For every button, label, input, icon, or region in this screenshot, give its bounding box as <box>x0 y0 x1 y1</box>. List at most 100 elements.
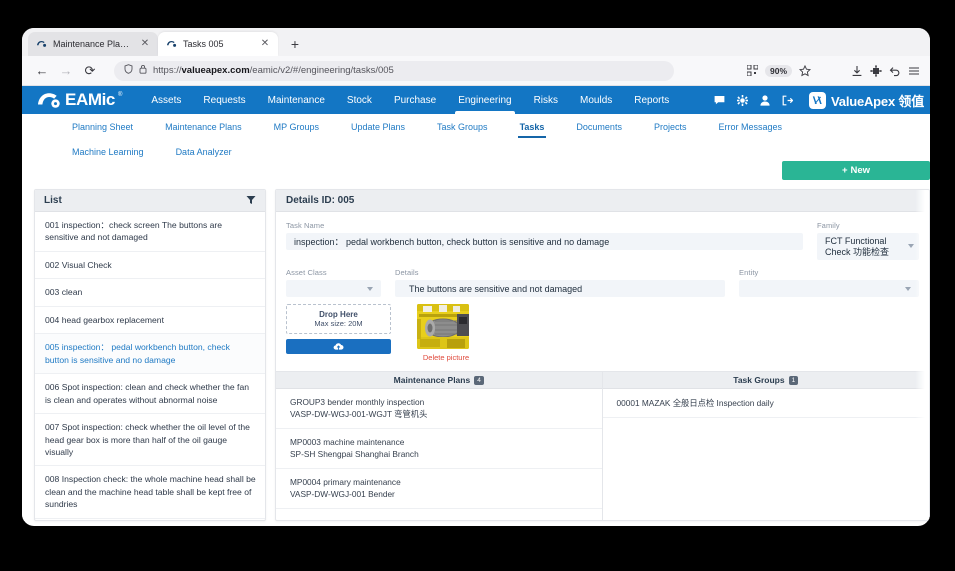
maintenance-plans-count: 4 <box>474 375 484 385</box>
sub-navigation-row-1: Planning Sheet Maintenance Plans MP Grou… <box>22 114 930 140</box>
row-line-1: MP0003 machine maintenance <box>290 436 405 447</box>
subnav-task-groups[interactable]: Task Groups <box>421 114 504 140</box>
browser-tab-2-close-icon[interactable]: ✕ <box>259 38 271 50</box>
list-item[interactable]: 009 Spot inspection: check the slide rai… <box>35 519 265 520</box>
list-item[interactable]: 004 head gearbox replacement <box>35 307 265 335</box>
task-groups-title: Task Groups <box>733 375 785 385</box>
nav-stock[interactable]: Stock <box>336 86 383 114</box>
task-name-input[interactable]: inspection： pedal workbench button, chec… <box>286 233 803 250</box>
nav-engineering[interactable]: Engineering <box>447 86 522 114</box>
nav-assets[interactable]: Assets <box>140 86 192 114</box>
list-item-selected[interactable]: 005 inspection： pedal workbench button, … <box>35 334 265 375</box>
subnav-tasks[interactable]: Tasks <box>504 114 561 140</box>
dropzone-subtitle: Max size: 20M <box>314 319 363 328</box>
nav-requests[interactable]: Requests <box>192 86 256 114</box>
delete-picture-link[interactable]: Delete picture <box>417 353 475 362</box>
subnav-documents[interactable]: Documents <box>560 114 638 140</box>
asset-class-select[interactable] <box>286 280 381 297</box>
subnav-machine-learning[interactable]: Machine Learning <box>56 139 160 165</box>
browser-tab-1[interactable]: Maintenance Plans MP0003 ✕ <box>28 32 158 56</box>
task-name-label: Task Name <box>286 221 325 230</box>
details-input[interactable]: The buttons are sensitive and not damage… <box>395 280 725 297</box>
picture-column: Delete picture <box>417 304 475 362</box>
maintenance-plans-header: Maintenance Plans 4 <box>276 372 602 389</box>
new-button[interactable]: + New <box>782 161 930 180</box>
subnav-error-messages[interactable]: Error Messages <box>702 114 798 140</box>
dropzone-title: Drop Here <box>319 310 358 319</box>
list-item[interactable]: 007 Spot inspection: check whether the o… <box>35 414 265 467</box>
address-bar[interactable]: https://valueapex.com/eamic/v2/#/enginee… <box>114 60 674 81</box>
details-form: Task Name inspection： pedal workbench bu… <box>276 212 929 362</box>
nav-maintenance[interactable]: Maintenance <box>257 86 336 114</box>
browser-toolbar: ← → ⟳ https://valueapex.com/eamic/v2/#/e… <box>22 56 930 86</box>
table-row[interactable]: MP0009 Mazak CNC Machine daily inspectio… <box>276 509 602 520</box>
extensions-icon[interactable] <box>870 64 882 77</box>
asset-class-field: Asset Class <box>286 268 381 297</box>
registered-mark: ® <box>117 92 123 98</box>
subnav-update-plans[interactable]: Update Plans <box>335 114 421 140</box>
browser-tab-1-close-icon[interactable]: ✕ <box>139 38 151 50</box>
cloud-upload-icon <box>333 338 344 356</box>
chevron-down-icon <box>905 286 911 291</box>
nav-purchase[interactable]: Purchase <box>383 86 447 114</box>
chevron-down-icon <box>367 286 373 291</box>
url-scheme: https:// <box>153 65 182 76</box>
family-field: Family FCT Functional Check 功能检查 <box>817 221 919 260</box>
task-groups-section: Task Groups 1 00001 MAZAK 全般日点检 Inspecti… <box>602 372 929 520</box>
filter-funnel-icon[interactable] <box>246 192 256 210</box>
browser-tab-1-title: Maintenance Plans MP0003 <box>53 39 133 49</box>
user-icon[interactable] <box>760 94 770 106</box>
eamic-logo[interactable]: EAMic ® <box>36 91 122 109</box>
upload-button[interactable] <box>286 339 391 354</box>
star-icon[interactable] <box>799 64 811 77</box>
back-button[interactable]: ← <box>30 59 54 83</box>
details-header: Details ID: 005 <box>276 190 929 212</box>
reload-button[interactable]: ⟳ <box>78 59 102 83</box>
entity-label: Entity <box>739 268 759 277</box>
chat-icon[interactable] <box>714 95 725 105</box>
table-row[interactable]: MP0004 primary maintenance VASP-DW-WGJ-0… <box>276 469 602 509</box>
details-row-3: Drop Here Max size: 20M Delete picture <box>286 304 919 362</box>
nav-risks[interactable]: Risks <box>523 86 569 114</box>
list-item[interactable]: 003 clean <box>35 279 265 307</box>
family-select[interactable]: FCT Functional Check 功能检查 <box>817 233 919 260</box>
url-text: https://valueapex.com/eamic/v2/#/enginee… <box>153 65 394 76</box>
download-icon[interactable] <box>851 65 863 77</box>
history-back-icon[interactable] <box>889 65 901 77</box>
entity-select[interactable] <box>739 280 919 297</box>
table-row[interactable]: GROUP3 bender monthly inspection VASP-DW… <box>276 389 602 429</box>
list-item[interactable]: 006 Spot inspection: clean and check whe… <box>35 374 265 415</box>
task-groups-header: Task Groups 1 <box>602 372 929 389</box>
nav-moulds[interactable]: Moulds <box>569 86 623 114</box>
table-row[interactable]: MP0003 machine maintenance SP-SH Shengpa… <box>276 429 602 469</box>
subnav-data-analyzer[interactable]: Data Analyzer <box>160 139 248 165</box>
row-line-1: GROUP3 bender monthly inspection <box>290 397 425 407</box>
browser-tab-2[interactable]: Tasks 005 ✕ <box>158 32 278 56</box>
gear-icon[interactable] <box>737 94 749 106</box>
forward-button[interactable]: → <box>54 59 78 83</box>
subnav-maintenance-plans[interactable]: Maintenance Plans <box>149 114 258 140</box>
file-dropzone[interactable]: Drop Here Max size: 20M <box>286 304 391 334</box>
qr-code-icon[interactable] <box>746 65 758 76</box>
machine-thumbnail[interactable] <box>417 304 469 349</box>
zoom-level-badge[interactable]: 90% <box>764 64 792 77</box>
valueapex-wordmark: ValueApex 领值 <box>831 93 924 109</box>
subnav-projects[interactable]: Projects <box>638 114 703 140</box>
new-tab-button[interactable]: + <box>285 34 305 54</box>
page-content: List 001 inspection：check screen The but… <box>22 186 930 521</box>
lock-icon <box>139 64 147 77</box>
nav-reports[interactable]: Reports <box>623 86 680 114</box>
list-item[interactable]: 008 Inspection check: the whole machine … <box>35 466 265 519</box>
list-item[interactable]: 002 Visual Check <box>35 252 265 280</box>
subnav-mp-groups[interactable]: MP Groups <box>258 114 335 140</box>
browser-window: Maintenance Plans MP0003 ✕ Tasks 005 ✕ +… <box>22 28 930 526</box>
valueapex-badge-icon <box>809 91 827 109</box>
eamic-favicon <box>36 39 47 49</box>
list-item[interactable]: 001 inspection：check screen The buttons … <box>35 212 265 252</box>
logout-icon[interactable] <box>782 95 794 106</box>
table-row[interactable]: 00001 MAZAK 全般日点检 Inspection daily <box>602 389 929 419</box>
hamburger-menu-icon[interactable] <box>908 65 920 77</box>
details-panel: Details ID: 005 Task Name inspection： pe… <box>275 189 930 521</box>
subnav-planning-sheet[interactable]: Planning Sheet <box>56 114 149 140</box>
upload-column: Drop Here Max size: 20M <box>286 304 391 362</box>
